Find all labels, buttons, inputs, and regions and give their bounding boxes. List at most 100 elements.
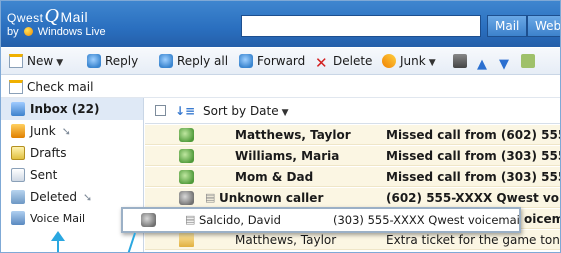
sent-icon (11, 168, 25, 182)
sidebar-item-sent[interactable]: Sent (1, 164, 143, 186)
sort-icon: ↓≡ (175, 104, 196, 118)
new-icon (9, 54, 23, 68)
inbox-icon (11, 102, 25, 116)
missed-call-icon (179, 149, 194, 163)
new-button[interactable]: New ▼ (9, 53, 63, 71)
delete-icon: ✕ (315, 54, 328, 72)
move-up-button[interactable]: ▲ (477, 53, 491, 73)
brand-logo[interactable]: QwestQMail by Windows Live (7, 5, 106, 38)
new-label: New (27, 54, 54, 68)
check-mail-bar: Check mail (1, 76, 560, 98)
message-row[interactable]: Mom & Dad Missed call from (303) 555-XX (145, 167, 560, 187)
dragged-message-popup[interactable]: ▤ Salcido, David (303) 555-XXXX Qwest vo… (121, 207, 521, 233)
message-subject: Missed call from (602) 555-XX (386, 128, 560, 142)
message-subject: oicem (524, 212, 561, 226)
brand-qwest: Qwest (7, 11, 44, 25)
message-row[interactable]: Williams, Maria Missed call from (303) 5… (145, 146, 560, 166)
message-from: Matthews, Taylor (235, 233, 337, 247)
reply-label: Reply (105, 54, 139, 68)
app-window: QwestQMail by Windows Live Mail Web New ▼… (0, 0, 561, 253)
check-mail-label: Check mail (27, 80, 94, 94)
message-subject: (602) 555-XXXX Qwest voicem (386, 191, 560, 205)
delete-label: Delete (333, 54, 373, 68)
voicemail-icon (11, 211, 25, 225)
sidebar-item-label: Drafts (30, 146, 67, 160)
down-arrow-icon: ▼ (499, 57, 509, 72)
message-from: Unknown caller (219, 191, 324, 205)
sidebar-item-deleted[interactable]: Deleted ➘ (1, 186, 143, 208)
forward-icon (239, 54, 253, 68)
brand-by: by (7, 26, 19, 38)
forward-label: Forward (257, 54, 306, 68)
message-subject: Extra ticket for the game tonight (386, 233, 560, 247)
search-input[interactable] (241, 15, 481, 37)
print-button[interactable] (453, 53, 471, 69)
reply-icon (87, 54, 101, 68)
message-subject: Missed call from (303) 555-XX (386, 170, 560, 184)
toolbar: New ▼ Reply Reply all Forward ✕ Delete Jun… (1, 48, 560, 75)
check-mail-icon (9, 80, 23, 94)
brand-line2: by Windows Live (7, 26, 106, 38)
sidebar-item-inbox[interactable]: Inbox (22) (1, 98, 143, 120)
junk-icon (382, 54, 396, 68)
sweep-icon[interactable]: ➘ (62, 125, 71, 138)
windows-live-icon (23, 27, 33, 36)
sort-bar: ↓≡ Sort by Date ▼ (145, 98, 560, 126)
brand-windows-live: Windows Live (37, 26, 106, 38)
forward-button[interactable]: Forward (239, 53, 305, 69)
reply-all-icon (159, 54, 173, 68)
brand-mail: Mail (60, 9, 89, 25)
brand-line1: QwestQMail (7, 5, 106, 28)
sidebar-item-label: Voice Mail (30, 212, 86, 225)
sidebar-item-label: Inbox (22) (30, 102, 100, 116)
delete-button[interactable]: ✕ Delete (315, 53, 372, 71)
callout-arrow-stem (57, 240, 59, 252)
up-arrow-icon: ▲ (477, 57, 487, 72)
message-row[interactable]: Matthews, Taylor Extra ticket for the ga… (145, 230, 560, 250)
sidebar-item-label: Deleted (30, 190, 78, 204)
drafts-icon (11, 146, 25, 160)
sort-label: Sort by Date (203, 104, 279, 118)
reply-button[interactable]: Reply (87, 53, 138, 69)
move-down-button[interactable]: ▼ (499, 53, 513, 73)
junk-button[interactable]: Junk ▼ (382, 53, 436, 71)
junk-label: Junk (400, 54, 426, 68)
message-subject: Missed call from (303) 555-XX (386, 149, 560, 163)
sidebar-item-drafts[interactable]: Drafts (1, 142, 143, 164)
attachment-doc-icon: ▤ (205, 191, 216, 204)
brand-swoosh-icon: Q (44, 5, 60, 27)
popup-subject: (303) 555-XXXX Qwest voicemail (333, 213, 521, 227)
sort-caret-icon: ▼ (281, 108, 289, 118)
sort-dropdown[interactable]: Sort by Date ▼ (203, 98, 289, 126)
reply-all-button[interactable]: Reply all (159, 53, 228, 69)
junk-caret-icon: ▼ (428, 58, 436, 68)
voicemail-phone-icon (179, 191, 194, 205)
check-mail-button[interactable]: Check mail (9, 79, 93, 95)
missed-call-icon (179, 170, 194, 184)
more-actions-icon (521, 54, 535, 68)
message-row[interactable]: Matthews, Taylor Missed call from (602) … (145, 125, 560, 145)
junk-folder-icon (11, 124, 25, 138)
voicemail-phone-icon (141, 213, 156, 227)
new-caret-icon: ▼ (56, 58, 64, 68)
message-from: Williams, Maria (235, 149, 340, 163)
message-from: Matthews, Taylor (235, 128, 351, 142)
print-icon (453, 54, 467, 68)
sweep-icon[interactable]: ➘ (83, 191, 92, 204)
popup-from: Salcido, David (199, 213, 281, 227)
sidebar-item-junk[interactable]: Junk ➘ (1, 120, 143, 142)
sidebar-item-label: Sent (30, 168, 58, 182)
attachment-doc-icon: ▤ (185, 213, 196, 226)
web-search-button[interactable]: Web (527, 15, 560, 37)
more-actions-button[interactable] (521, 53, 539, 69)
mail-search-button[interactable]: Mail (487, 15, 528, 37)
header-bar: QwestQMail by Windows Live Mail Web (1, 1, 560, 47)
envelope-icon (179, 233, 194, 247)
reply-all-label: Reply all (177, 54, 229, 68)
message-from: Mom & Dad (235, 170, 314, 184)
missed-call-icon (179, 128, 194, 142)
sidebar-item-label: Junk (30, 124, 56, 138)
select-all-checkbox[interactable] (155, 105, 166, 116)
deleted-icon (11, 190, 25, 204)
message-row[interactable]: ▤ Unknown caller (602) 555-XXXX Qwest vo… (145, 188, 560, 208)
